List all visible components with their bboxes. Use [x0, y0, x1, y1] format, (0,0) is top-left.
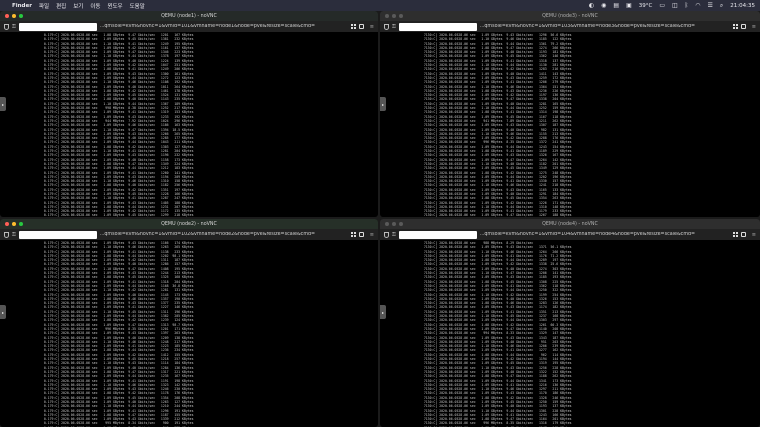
- wifi-icon[interactable]: ◠: [695, 2, 700, 9]
- window-title: QEMU (node1) - noVNC: [161, 13, 217, 19]
- minimize-button[interactable]: [392, 222, 396, 226]
- minimize-button[interactable]: [12, 14, 16, 18]
- close-button[interactable]: [5, 14, 9, 18]
- window-titlebar[interactable]: QEMU (node2) - noVNC: [0, 219, 378, 229]
- menu-bar: Finder 파일 편집 보기 이동 윈도우 도움말 ◐ ◉ ▤ ▣ 39°C …: [0, 0, 760, 11]
- novnc-sidebar-handle[interactable]: ▸: [0, 305, 6, 319]
- temperature-readout[interactable]: 39°C: [639, 3, 653, 9]
- zoom-button[interactable]: [19, 222, 23, 226]
- vnc-window-node4: QEMU (node4) - noVNC ⚿ ...qmsole=kvm&nov…: [380, 219, 760, 427]
- shield-icon[interactable]: [4, 23, 9, 30]
- menu-item-file[interactable]: 파일: [39, 2, 49, 10]
- qr-code-icon[interactable]: [350, 232, 356, 237]
- menu-item-go[interactable]: 이동: [90, 2, 100, 10]
- menu-clock[interactable]: 21:04:35: [730, 3, 755, 9]
- redacted-url-segment: [398, 230, 477, 239]
- address-bar[interactable]: ⚿ ...qmsole=kvm&novnc=1&vmid=104&vmname=…: [380, 229, 760, 240]
- zoom-button[interactable]: [399, 14, 403, 18]
- window-title: QEMU (node4) - noVNC: [542, 221, 598, 227]
- window-title: QEMU (node2) - noVNC: [161, 221, 217, 227]
- close-button[interactable]: [385, 222, 389, 226]
- vnc-window-node2: QEMU (node2) - noVNC ⚿ ...qmsole=kvm&nov…: [0, 219, 378, 427]
- close-button[interactable]: [385, 14, 389, 18]
- menu-bar-status: ◐ ◉ ▤ ▣ 39°C ▭ ◫ ᛒ ◠ ☰ ⌕ 21:04:35: [589, 2, 755, 9]
- url-text[interactable]: ...qmsole=kvm&novnc=1&vmid=102&vmname=no…: [100, 232, 348, 237]
- zoom-button[interactable]: [19, 14, 23, 18]
- menu-item-view[interactable]: 보기: [73, 2, 83, 10]
- hamburger-menu-icon[interactable]: ≡: [370, 232, 374, 238]
- redacted-url-segment: [18, 230, 97, 239]
- window-titlebar[interactable]: QEMU (node1) - noVNC: [0, 11, 378, 21]
- temperature-icon[interactable]: ▣: [626, 2, 632, 9]
- qr-code-icon[interactable]: [732, 24, 738, 29]
- console-output[interactable]: 0.179:C] 2020.06.0528.06 sec 1.08 GBytes…: [40, 32, 324, 217]
- address-bar[interactable]: ⚿ ...qmsole=kvm&novnc=1&vmid=103&vmname=…: [380, 21, 760, 32]
- lock-icon[interactable]: ⚿: [12, 24, 16, 30]
- vnc-window-node1: QEMU (node1) - noVNC ⚿ ...qmsole=kvm&nov…: [0, 11, 378, 217]
- url-text[interactable]: ...qmsole=kvm&novnc=1&vmid=104&vmname=no…: [480, 232, 730, 237]
- window-title: QEMU (node3) - noVNC: [542, 13, 598, 19]
- zoom-button[interactable]: [399, 222, 403, 226]
- shield-icon[interactable]: [4, 231, 9, 238]
- hamburger-menu-icon[interactable]: ≡: [752, 232, 756, 238]
- qr-code-icon[interactable]: [732, 232, 738, 237]
- copy-icon[interactable]: [740, 232, 746, 237]
- novnc-sidebar-handle[interactable]: ▸: [380, 305, 386, 319]
- copy-icon[interactable]: [740, 24, 746, 29]
- spotlight-icon[interactable]: ⌕: [720, 2, 723, 9]
- console-output[interactable]: 7130:C] 2020.06.0528.06 sec 988 MBytes 8…: [420, 240, 706, 427]
- qr-code-icon[interactable]: [350, 24, 356, 29]
- menu-item-edit[interactable]: 편집: [56, 2, 66, 10]
- menu-bar-left: Finder 파일 편집 보기 이동 윈도우 도움말: [5, 2, 145, 10]
- hamburger-menu-icon[interactable]: ≡: [370, 24, 374, 30]
- lock-icon[interactable]: ⚿: [392, 24, 396, 30]
- status-icon-a[interactable]: ◐: [589, 2, 594, 9]
- cpu-icon[interactable]: ◫: [672, 2, 678, 9]
- copy-icon[interactable]: [358, 24, 364, 29]
- console-line: 0.179:C] 2020.06.0528.06 sec 1.09 GBytes…: [40, 213, 194, 217]
- url-text[interactable]: ...qmsole=kvm&novnc=1&vmid=103&vmname=no…: [480, 24, 730, 29]
- menu-item-help[interactable]: 도움말: [130, 2, 145, 10]
- minimize-button[interactable]: [392, 14, 396, 18]
- minimize-button[interactable]: [12, 222, 16, 226]
- redacted-url-segment: [398, 22, 477, 31]
- close-button[interactable]: [5, 222, 9, 226]
- status-icon-c[interactable]: ▤: [613, 2, 619, 9]
- shield-icon[interactable]: [384, 23, 389, 30]
- novnc-sidebar-handle[interactable]: ▸: [380, 97, 386, 111]
- lock-icon[interactable]: ⚿: [12, 232, 16, 238]
- novnc-sidebar-handle[interactable]: ▸: [0, 97, 6, 111]
- bluetooth-icon[interactable]: ᛒ: [685, 2, 689, 9]
- url-text[interactable]: ...qmsole=kvm&novnc=1&vmid=101&vmname=no…: [100, 24, 348, 29]
- battery-icon[interactable]: ▭: [659, 2, 665, 9]
- copy-icon[interactable]: [358, 232, 364, 237]
- address-bar[interactable]: ⚿ ...qmsole=kvm&novnc=1&vmid=101&vmname=…: [0, 21, 378, 32]
- redacted-url-segment: [18, 22, 97, 31]
- hamburger-menu-icon[interactable]: ≡: [752, 24, 756, 30]
- control-center-icon[interactable]: ☰: [708, 2, 713, 9]
- console-line: 7130:C] 2020.06.0528.06 sec 1.09 GBytes …: [420, 213, 572, 217]
- vnc-window-node3: QEMU (node3) - noVNC ⚿ ...qmsole=kvm&nov…: [380, 11, 760, 217]
- window-titlebar[interactable]: QEMU (node3) - noVNC: [380, 11, 760, 21]
- address-bar[interactable]: ⚿ ...qmsole=kvm&novnc=1&vmid=102&vmname=…: [0, 229, 378, 240]
- menu-item-window[interactable]: 윈도우: [107, 2, 122, 10]
- console-output[interactable]: 0.179:C] 2020.06.0528.06 sec 1.09 GBytes…: [40, 240, 324, 427]
- menu-app-name[interactable]: Finder: [12, 3, 32, 9]
- window-titlebar[interactable]: QEMU (node4) - noVNC: [380, 219, 760, 229]
- console-output[interactable]: 7130:C] 2020.06.0528.06 sec 1.09 GBytes …: [420, 32, 706, 217]
- shield-icon[interactable]: [384, 231, 389, 238]
- status-icon-b[interactable]: ◉: [601, 2, 606, 9]
- lock-icon[interactable]: ⚿: [392, 232, 396, 238]
